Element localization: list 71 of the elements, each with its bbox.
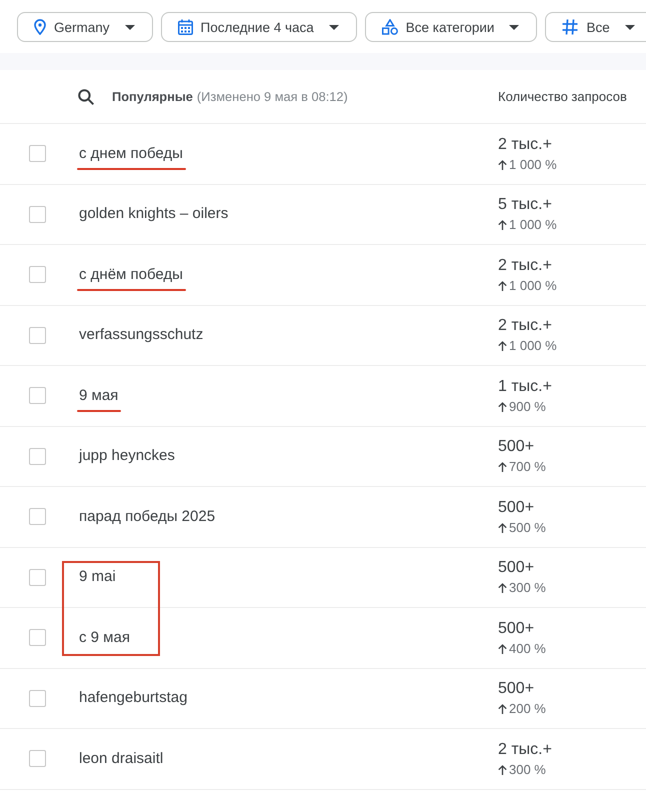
trend-query: verfassungsschutz xyxy=(79,326,204,344)
search-volume: 500+ xyxy=(498,618,536,639)
search-volume: 500+ xyxy=(498,679,536,700)
arrow-up-icon xyxy=(498,704,507,714)
row-checkbox[interactable] xyxy=(29,690,46,707)
column-heading: Количество запросов xyxy=(498,89,628,104)
arrow-up-icon xyxy=(498,764,507,775)
growth-percent: 1 000 % xyxy=(509,338,557,354)
growth-percent: 200 % xyxy=(509,701,546,718)
filter-chip[interactable]: Последние 4 часа xyxy=(160,12,357,42)
search-volume: 1 тыс.+ xyxy=(498,376,553,397)
row-checkbox[interactable] xyxy=(29,750,46,768)
search-volume: 2 тыс.+ xyxy=(498,134,553,155)
growth-percent: 300 % xyxy=(509,580,546,596)
list-title: Популярные xyxy=(112,89,193,104)
trend-query: с 9 мая xyxy=(79,628,130,646)
search-volume: 500+ xyxy=(498,558,536,578)
growth-percent: 500 % xyxy=(509,520,546,536)
growth-percent: 700 % xyxy=(509,459,546,476)
arrow-up-icon xyxy=(498,462,507,472)
trend-query: 9 мая xyxy=(79,386,118,404)
arrow-up-icon xyxy=(498,583,507,594)
calendar-icon xyxy=(178,19,193,35)
row-checkbox[interactable] xyxy=(29,326,46,344)
row-checkbox[interactable] xyxy=(29,568,46,586)
search-volume: 2 тыс.+ xyxy=(498,256,553,276)
search-volume: 500+ xyxy=(498,498,536,518)
update-time: (Изменено 9 мая в 08:12) xyxy=(196,89,348,104)
row-checkbox[interactable] xyxy=(29,629,46,646)
arrow-up-icon xyxy=(498,160,507,170)
arrow-up-icon xyxy=(498,644,507,654)
trend-query: leon draisaitl xyxy=(79,750,164,767)
location-pin-icon xyxy=(34,19,46,35)
search-icon[interactable] xyxy=(78,88,94,104)
trend-query: 9 mai xyxy=(79,568,116,586)
arrow-up-icon xyxy=(498,522,507,533)
growth-percent: 400 % xyxy=(509,640,546,657)
growth-percent: 300 % xyxy=(509,762,546,778)
arrow-up-icon xyxy=(498,341,507,352)
search-volume: 2 тыс.+ xyxy=(498,316,553,336)
caret-icon xyxy=(328,24,339,30)
row-checkbox[interactable] xyxy=(29,206,46,223)
trend-query: hafengeburtstag xyxy=(79,689,188,706)
growth-percent: 1 000 % xyxy=(509,217,557,234)
growth-percent: 1 000 % xyxy=(509,278,557,294)
filter-chip[interactable]: Все категории xyxy=(364,12,538,42)
hash-icon xyxy=(562,19,578,35)
arrow-up-icon xyxy=(498,402,507,412)
trend-query: jupp heynckes xyxy=(79,447,175,464)
trend-query: golden knights – oilers xyxy=(79,205,228,222)
shapes-icon xyxy=(382,19,398,35)
growth-percent: 1 000 % xyxy=(509,156,557,173)
growth-percent: 900 % xyxy=(509,398,546,415)
caret-icon xyxy=(509,24,520,30)
filter-chip[interactable]: Germany xyxy=(17,12,153,42)
row-checkbox[interactable] xyxy=(29,266,46,284)
trend-query: с днём победы xyxy=(79,266,183,283)
arrow-up-icon xyxy=(498,220,507,230)
search-volume: 500+ xyxy=(498,437,536,458)
search-volume: 2 тыс.+ xyxy=(498,740,553,760)
caret-icon xyxy=(624,24,635,30)
row-checkbox[interactable] xyxy=(29,448,46,465)
row-checkbox[interactable] xyxy=(29,387,46,404)
arrow-up-icon xyxy=(498,280,507,291)
row-checkbox[interactable] xyxy=(29,145,46,162)
filter-chip[interactable]: Все xyxy=(545,12,646,42)
search-volume: 5 тыс.+ xyxy=(498,195,553,216)
trend-query: с днем победы xyxy=(79,144,183,162)
caret-icon xyxy=(124,24,135,30)
trend-query: парад победы 2025 xyxy=(79,508,216,525)
row-checkbox[interactable] xyxy=(29,508,46,526)
